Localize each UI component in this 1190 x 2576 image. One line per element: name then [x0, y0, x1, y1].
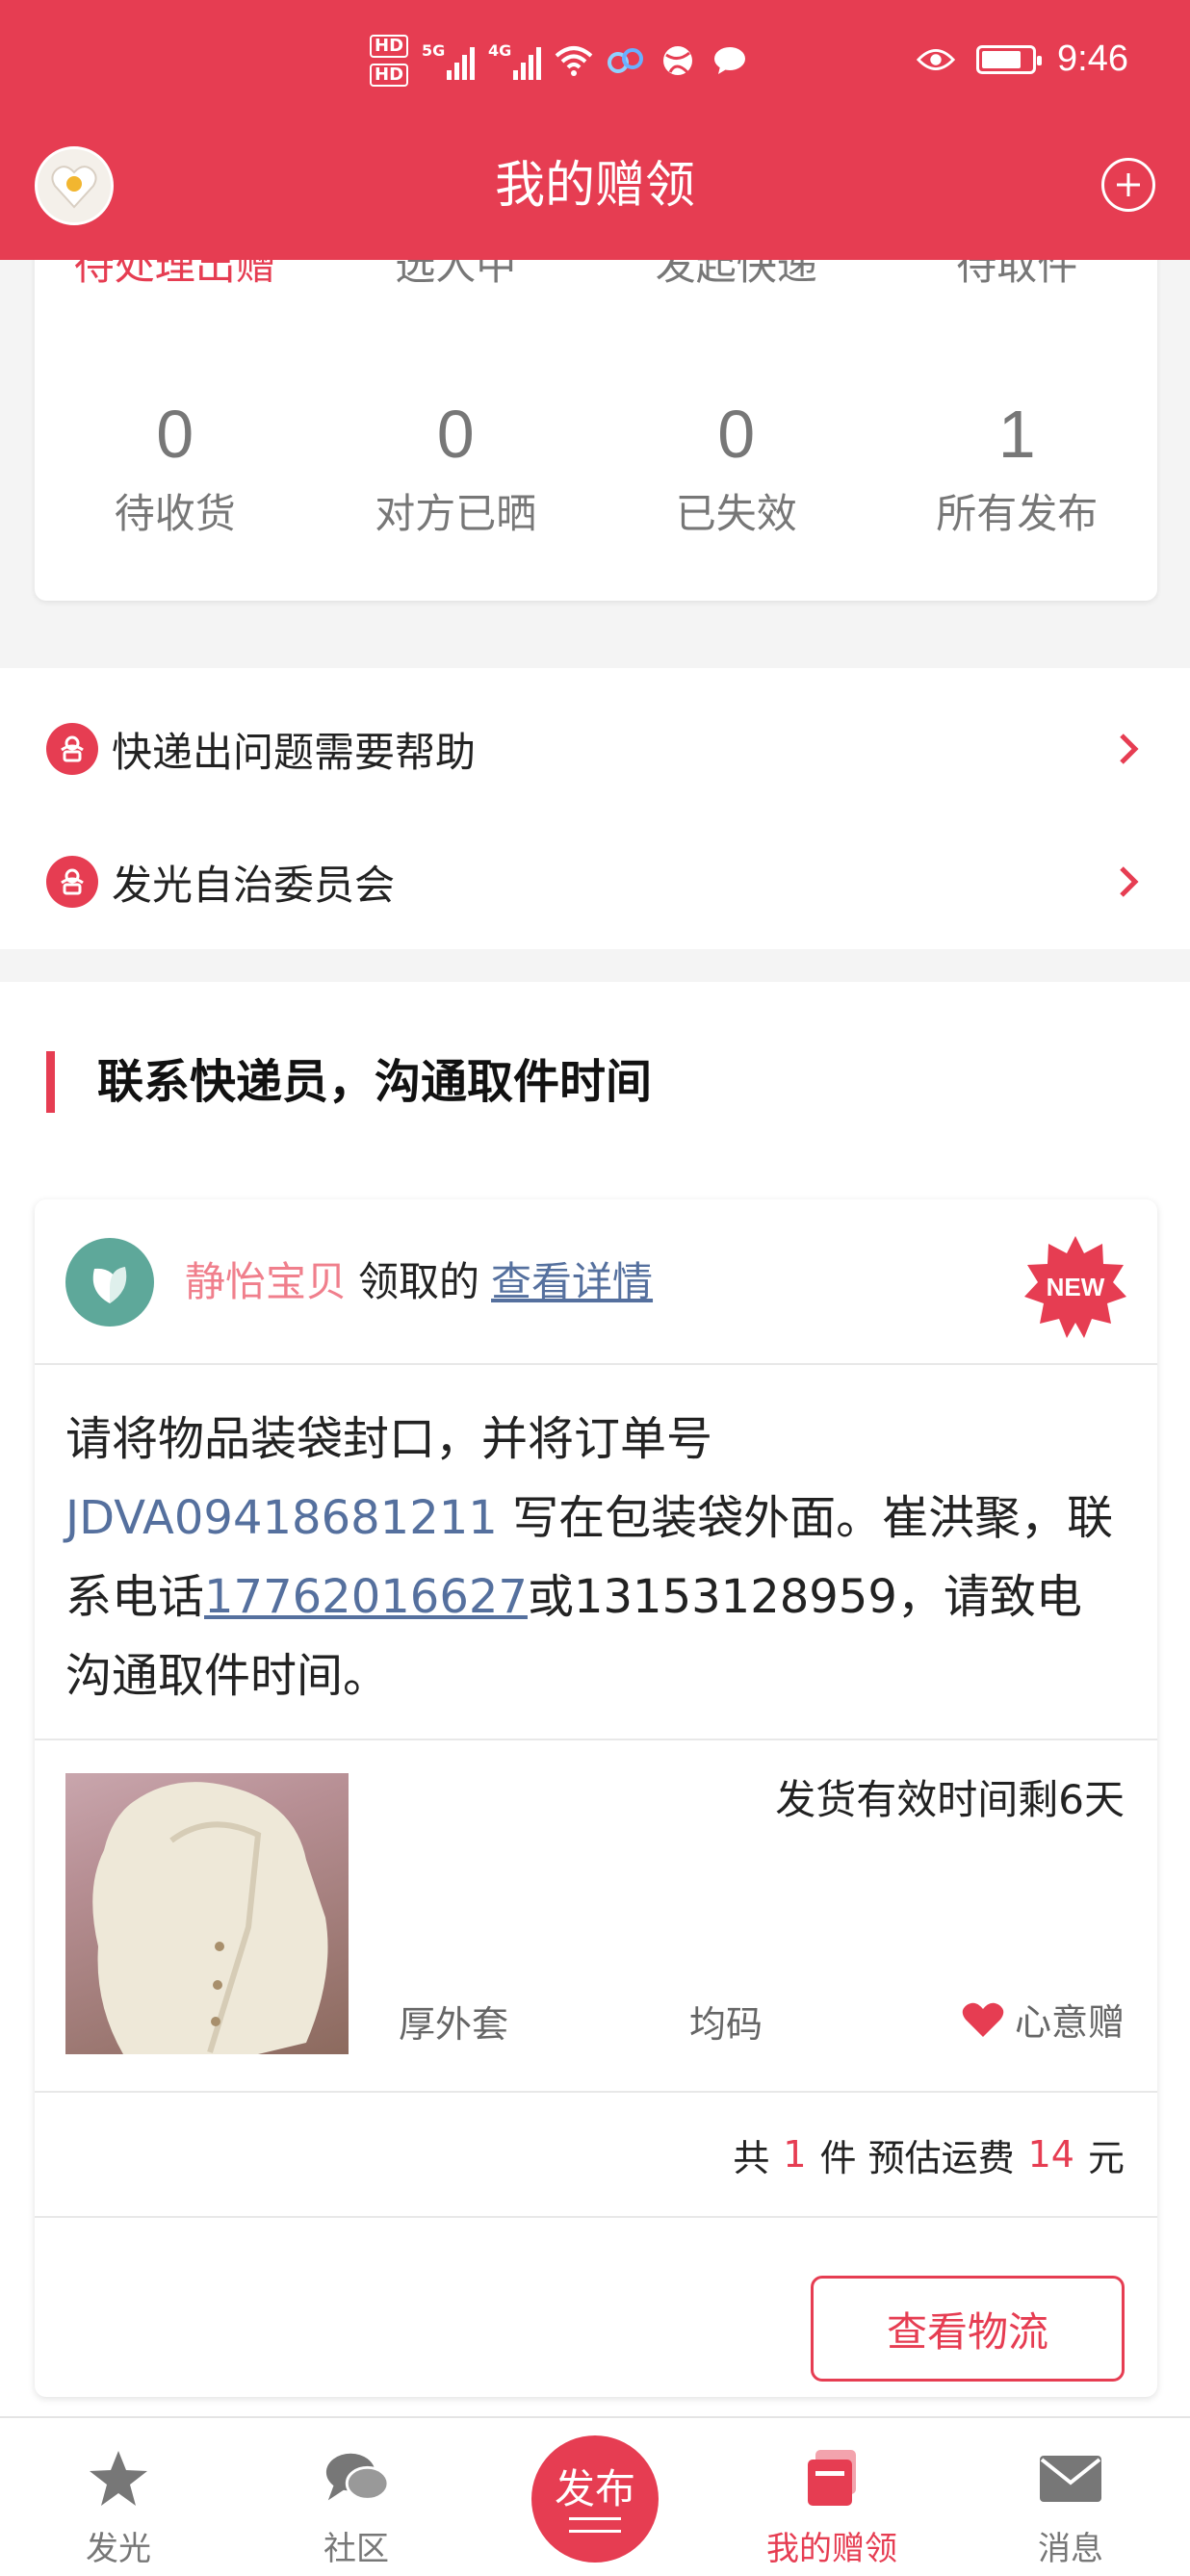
gift-type-label: 心意赠: [1014, 2001, 1125, 2044]
new-badge-label: NEW: [1046, 1272, 1105, 1301]
ball-icon: [659, 41, 697, 80]
avatar[interactable]: [65, 1238, 154, 1327]
receiver-line: 静怡宝贝 领取的 查看详情: [185, 1253, 653, 1311]
publish-icon: [569, 2517, 621, 2533]
stat-all-published[interactable]: 1 所有发布: [877, 391, 1158, 540]
message-bubble-icon: [711, 41, 749, 80]
help-menu: 快递出问题需要帮助 发光自治委员会: [0, 668, 1190, 949]
nav-bar: 我的赠领: [0, 135, 1190, 260]
chevron-right-icon: [1111, 864, 1146, 899]
status-right-icons: 9:46: [917, 39, 1128, 80]
summary-prefix: 共: [733, 2136, 770, 2179]
menu-item-delivery-help[interactable]: 快递出问题需要帮助: [0, 691, 1190, 807]
menu-item-label: 发光自治委员会: [112, 861, 396, 909]
hd-label-1: HD: [370, 35, 409, 58]
order-code[interactable]: JDVA09418681211: [65, 1491, 498, 1545]
stat-count: 1: [997, 397, 1036, 472]
add-button[interactable]: [1101, 158, 1155, 212]
stat-expired[interactable]: 0 已失效: [596, 391, 877, 540]
wifi-icon: [555, 41, 593, 80]
status-bar: HD HD 5G 4G 9:46: [0, 0, 1190, 135]
eye-icon: [917, 40, 956, 79]
new-badge: NEW: [1022, 1234, 1128, 1340]
star-icon: [85, 2445, 152, 2512]
bottom-tab-bar: 发光 社区 发布 我的赠领 消息: [0, 2416, 1190, 2576]
tab-label: 发光: [86, 2530, 151, 2568]
network-5g-label: 5G: [422, 41, 446, 60]
stats-bottom-row: 0 待收货 0 对方已晒 0 已失效 1 所有发布: [35, 391, 1157, 540]
menu-item-committee[interactable]: 发光自治委员会: [0, 824, 1190, 940]
item-count: 1: [783, 2133, 807, 2176]
tab-community[interactable]: 社区: [279, 2418, 433, 2576]
hd-badge: HD HD: [370, 35, 409, 87]
view-details-link[interactable]: 查看详情: [491, 1258, 653, 1305]
currency: 元: [1087, 2136, 1125, 2179]
battery-icon: [976, 44, 1043, 74]
leaf-icon: [92, 1267, 127, 1303]
item-photo[interactable]: [65, 1773, 349, 2054]
view-logistics-button[interactable]: 查看物流: [811, 2276, 1125, 2382]
gift-type: 心意赠: [961, 1993, 1125, 2046]
hd-label-2: HD: [370, 64, 409, 87]
tab-label: 我的赠领: [766, 2530, 897, 2568]
receiver-action: 领取的: [358, 1258, 480, 1305]
mail-icon: [1037, 2445, 1104, 2512]
chat-bubble-icon: [323, 2445, 390, 2512]
order-card-header: 静怡宝贝 领取的 查看详情 NEW: [35, 1199, 1157, 1365]
cloud-sync-icon: [607, 41, 645, 80]
stat-label: 已失效: [675, 490, 797, 537]
status-time: 9:46: [1057, 39, 1128, 79]
stat-label: 待收货: [114, 490, 236, 537]
stat-label: 所有发布: [936, 490, 1099, 537]
item-type: 厚外套: [399, 2003, 509, 2046]
stat-count: 0: [717, 397, 756, 472]
app-header: HD HD 5G 4G 9:46 我的赠领: [0, 0, 1190, 260]
order-item[interactable]: 发货有效时间剩6天 厚外套 均码 心意赠: [35, 1740, 1157, 2093]
receiver-name[interactable]: 静怡宝贝: [185, 1258, 347, 1305]
phone-link[interactable]: 17762016627: [204, 1570, 528, 1624]
tab-my-gifts[interactable]: 我的赠领: [755, 2418, 909, 2576]
order-summary: 共 1 件 预估运费 14 元: [35, 2093, 1157, 2218]
stat-awaiting-receipt[interactable]: 0 待收货: [35, 391, 316, 540]
summary-unit: 件 预估运费: [819, 2136, 1015, 2179]
tab-messages[interactable]: 消息: [994, 2418, 1148, 2576]
shipping-fee: 14: [1027, 2133, 1074, 2176]
ship-deadline: 发货有效时间剩6天: [775, 1776, 1125, 1823]
order-section: 联系快递员，沟通取件时间 静怡宝贝 领取的 查看详情 NEW 请将物品装袋封口，并将…: [0, 982, 1190, 2416]
status-left-icons: HD HD 5G 4G: [370, 35, 749, 87]
plus-icon: [1117, 173, 1140, 196]
customer-service-icon: [46, 723, 98, 775]
stat-count: 0: [436, 397, 475, 472]
tab-label: 消息: [1038, 2530, 1103, 2568]
tab-label: 社区: [323, 2530, 389, 2568]
stat-label: 对方已晒: [375, 490, 537, 537]
menu-item-label: 快递出问题需要帮助: [112, 728, 477, 776]
stat-shown-by-other[interactable]: 0 对方已晒: [316, 391, 597, 540]
customer-service-icon: [46, 856, 98, 908]
signal-4g-icon: 4G: [488, 41, 542, 80]
message-text: 请将物品装袋封口，并将订单号: [65, 1412, 713, 1466]
stat-count: 0: [156, 397, 194, 472]
heart-icon: [962, 2002, 1004, 2037]
item-size: 均码: [689, 2003, 763, 2046]
gift-book-icon: [798, 2445, 866, 2512]
order-instructions: 请将物品装袋封口，并将订单号 JDVA09418681211 写在包装袋外面。崔…: [35, 1365, 1157, 1740]
chevron-right-icon: [1111, 732, 1146, 766]
tab-glow[interactable]: 发光: [41, 2418, 195, 2576]
order-card: 静怡宝贝 领取的 查看详情 NEW 请将物品装袋封口，并将订单号 JDVA09418…: [35, 1199, 1157, 2397]
signal-5g-icon: 5G: [422, 41, 476, 80]
page-title: 我的赠领: [494, 157, 695, 215]
section-title: 联系快递员，沟通取件时间: [46, 1051, 652, 1113]
publish-label: 发布: [554, 2465, 635, 2512]
network-4g-label: 4G: [488, 41, 512, 60]
publish-button[interactable]: 发布: [531, 2435, 659, 2563]
